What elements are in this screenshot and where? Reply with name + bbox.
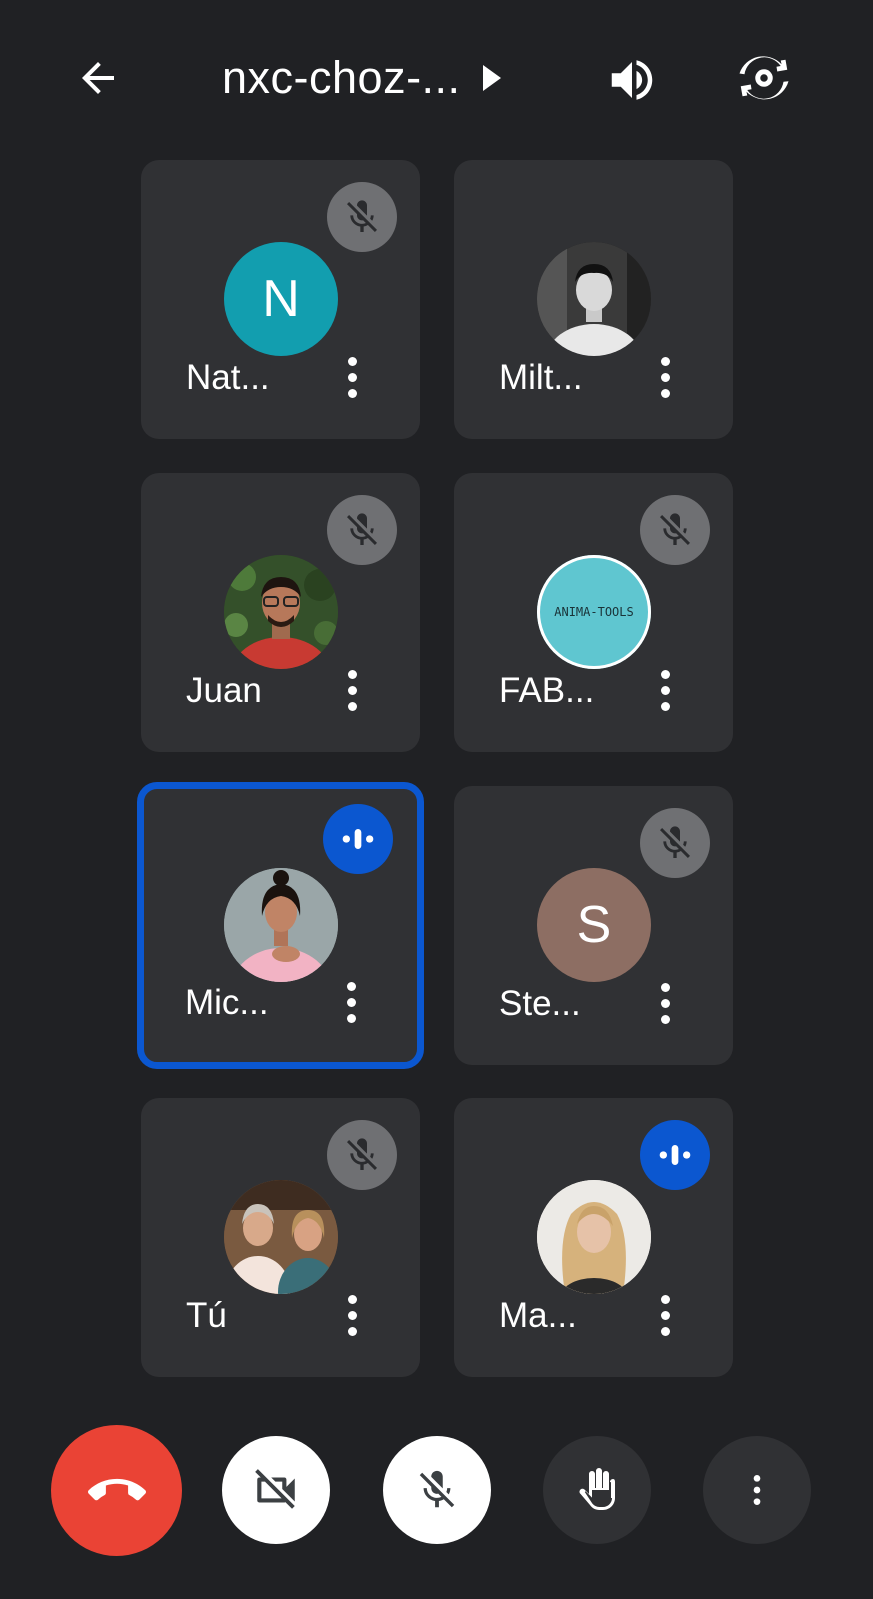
avatar: N bbox=[224, 242, 338, 356]
participant-name: Juan bbox=[186, 671, 262, 710]
camera-toggle-button[interactable] bbox=[222, 1436, 330, 1544]
avatar-photo bbox=[224, 1180, 338, 1294]
call-controls bbox=[0, 1420, 873, 1560]
participant-tile[interactable]: Ma... bbox=[454, 1098, 733, 1377]
participant-tile[interactable]: N Nat... bbox=[141, 160, 420, 439]
participant-name: Mic... bbox=[185, 983, 269, 1022]
videocam-off-icon bbox=[255, 1469, 295, 1509]
mic-off-icon bbox=[419, 1470, 455, 1508]
participant-name: Ste... bbox=[499, 984, 581, 1023]
avatar-photo bbox=[537, 242, 651, 356]
audio-level-icon bbox=[342, 829, 374, 849]
end-call-button[interactable] bbox=[51, 1425, 182, 1556]
avatar bbox=[224, 868, 338, 982]
more-vert-icon[interactable] bbox=[652, 978, 678, 1028]
mic-off-icon bbox=[347, 200, 377, 232]
top-bar: nxc-choz-... bbox=[0, 0, 873, 160]
meeting-code: nxc-choz-... bbox=[222, 52, 461, 103]
avatar-logo: ANIMA-TOOLS bbox=[537, 555, 651, 669]
volume-up-icon bbox=[611, 60, 653, 100]
more-vert-icon[interactable] bbox=[338, 977, 364, 1027]
muted-badge bbox=[327, 495, 397, 565]
muted-badge bbox=[640, 495, 710, 565]
participant-tile[interactable]: ANIMA-TOOLS FAB... bbox=[454, 473, 733, 752]
logo-text: ANIMA-TOOLS bbox=[554, 605, 634, 619]
speaking-badge bbox=[323, 804, 393, 874]
back-button[interactable] bbox=[68, 48, 128, 108]
speaking-badge bbox=[640, 1120, 710, 1190]
mic-toggle-button[interactable] bbox=[383, 1436, 491, 1544]
participant-name: Nat... bbox=[186, 358, 270, 397]
raise-hand-button[interactable] bbox=[543, 1436, 651, 1544]
avatar-initial: N bbox=[262, 270, 300, 328]
participant-tile[interactable]: Juan bbox=[141, 473, 420, 752]
avatar-photo bbox=[224, 868, 338, 982]
meeting-title-button[interactable]: nxc-choz-... bbox=[222, 48, 501, 108]
avatar: S bbox=[537, 868, 651, 982]
more-vert-icon bbox=[753, 1475, 761, 1505]
muted-badge bbox=[640, 808, 710, 878]
switch-camera-button[interactable] bbox=[732, 46, 796, 110]
more-vert-icon[interactable] bbox=[652, 1290, 678, 1340]
more-options-button[interactable] bbox=[703, 1436, 811, 1544]
avatar-photo bbox=[537, 1180, 651, 1294]
participant-name: Ma... bbox=[499, 1296, 577, 1335]
more-vert-icon[interactable] bbox=[652, 352, 678, 402]
muted-badge bbox=[327, 182, 397, 252]
participant-tile-active[interactable]: Mic... bbox=[137, 782, 424, 1069]
avatar-photo bbox=[224, 555, 338, 669]
more-vert-icon[interactable] bbox=[652, 665, 678, 715]
avatar-initial: S bbox=[576, 896, 612, 954]
more-vert-icon[interactable] bbox=[339, 665, 365, 715]
call-end-icon bbox=[87, 1478, 146, 1500]
mic-off-icon bbox=[347, 513, 377, 545]
avatar bbox=[537, 1180, 651, 1294]
more-vert-icon[interactable] bbox=[339, 352, 365, 402]
participant-tile[interactable]: Milt... bbox=[454, 160, 733, 439]
caret-right-icon bbox=[482, 65, 501, 91]
participant-name: FAB... bbox=[499, 671, 595, 710]
participant-name: Milt... bbox=[499, 358, 583, 397]
muted-badge bbox=[327, 1120, 397, 1190]
more-vert-icon[interactable] bbox=[339, 1290, 365, 1340]
arrow-back-icon bbox=[82, 62, 114, 94]
mic-off-icon bbox=[660, 513, 690, 545]
mic-off-icon bbox=[347, 1138, 377, 1170]
participant-name: Tú bbox=[186, 1296, 227, 1335]
switch-camera-icon bbox=[739, 56, 789, 100]
mic-off-icon bbox=[660, 826, 690, 858]
participant-tile[interactable]: S Ste... bbox=[454, 786, 733, 1065]
avatar bbox=[537, 242, 651, 356]
participant-tile[interactable]: Tú bbox=[141, 1098, 420, 1377]
raise-hand-icon bbox=[579, 1468, 615, 1510]
avatar bbox=[224, 1180, 338, 1294]
speaker-button[interactable] bbox=[600, 48, 664, 112]
avatar bbox=[224, 555, 338, 669]
audio-level-icon bbox=[659, 1145, 691, 1165]
